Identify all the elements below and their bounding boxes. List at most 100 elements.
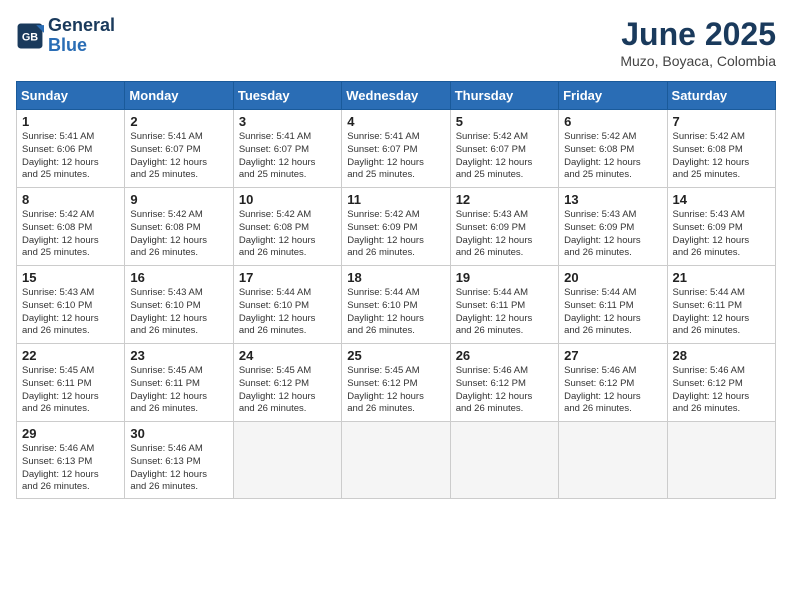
day-info: Sunrise: 5:44 AM Sunset: 6:11 PM Dayligh… xyxy=(564,287,661,338)
calendar-week-row: 22Sunrise: 5:45 AM Sunset: 6:11 PM Dayli… xyxy=(17,344,776,422)
day-number: 5 xyxy=(456,114,553,129)
calendar-cell: 19 Sunrise: 5:44 AM Sunset: 6:11 PM Dayli… xyxy=(450,266,558,344)
svg-text:GB: GB xyxy=(22,31,38,43)
day-number: 27 xyxy=(564,348,661,363)
day-number: 1 xyxy=(22,114,119,129)
calendar-cell: 23 Sunrise: 5:45 AM Sunset: 6:11 PM Dayli… xyxy=(125,344,233,422)
day-info: Sunrise: 5:46 AM Sunset: 6:12 PM Dayligh… xyxy=(456,365,553,416)
day-number: 20 xyxy=(564,270,661,285)
weekday-header-wednesday: Wednesday xyxy=(342,82,450,110)
day-info: Sunrise: 5:46 AM Sunset: 6:13 PM Dayligh… xyxy=(22,443,119,494)
day-number: 7 xyxy=(673,114,770,129)
weekday-header-tuesday: Tuesday xyxy=(233,82,341,110)
day-info: Sunrise: 5:41 AM Sunset: 6:06 PM Dayligh… xyxy=(22,131,119,182)
weekday-header-friday: Friday xyxy=(559,82,667,110)
day-number: 17 xyxy=(239,270,336,285)
calendar-week-row: 15 Sunrise: 5:43 AM Sunset: 6:10 PM Dayli… xyxy=(17,266,776,344)
calendar-cell: 20 Sunrise: 5:44 AM Sunset: 6:11 PM Dayli… xyxy=(559,266,667,344)
day-info: Sunrise: 5:44 AM Sunset: 6:10 PM Dayligh… xyxy=(347,287,444,338)
day-info: Sunrise: 5:46 AM Sunset: 6:12 PM Dayligh… xyxy=(564,365,661,416)
day-number: 6 xyxy=(564,114,661,129)
day-number: 28 xyxy=(673,348,770,363)
day-info: Sunrise: 5:45 AM Sunset: 6:11 PM Dayligh… xyxy=(22,365,119,416)
day-number: 29 xyxy=(22,426,119,441)
calendar-header-row: SundayMondayTuesdayWednesdayThursdayFrid… xyxy=(17,82,776,110)
calendar-cell: 24 Sunrise: 5:45 AM Sunset: 6:12 PM Dayli… xyxy=(233,344,341,422)
day-info: Sunrise: 5:41 AM Sunset: 6:07 PM Dayligh… xyxy=(239,131,336,182)
calendar-cell: 6Sunrise: 5:42 AM Sunset: 6:08 PM Daylig… xyxy=(559,110,667,188)
calendar-week-row: 1 Sunrise: 5:41 AM Sunset: 6:06 PM Daylig… xyxy=(17,110,776,188)
calendar-cell xyxy=(342,422,450,499)
day-number: 26 xyxy=(456,348,553,363)
calendar-cell: 16Sunrise: 5:43 AM Sunset: 6:10 PM Dayli… xyxy=(125,266,233,344)
day-info: Sunrise: 5:43 AM Sunset: 6:09 PM Dayligh… xyxy=(456,209,553,260)
day-number: 4 xyxy=(347,114,444,129)
day-info: Sunrise: 5:42 AM Sunset: 6:08 PM Dayligh… xyxy=(130,209,227,260)
calendar-cell: 10Sunrise: 5:42 AM Sunset: 6:08 PM Dayli… xyxy=(233,188,341,266)
day-number: 19 xyxy=(456,270,553,285)
day-number: 21 xyxy=(673,270,770,285)
weekday-header-saturday: Saturday xyxy=(667,82,775,110)
calendar-cell: 11Sunrise: 5:42 AM Sunset: 6:09 PM Dayli… xyxy=(342,188,450,266)
logo-text: General Blue xyxy=(48,16,115,56)
day-info: Sunrise: 5:42 AM Sunset: 6:08 PM Dayligh… xyxy=(22,209,119,260)
calendar-cell xyxy=(233,422,341,499)
page-header: GB General Blue June 2025 Muzo, Boyaca, … xyxy=(16,16,776,69)
calendar-cell: 17 Sunrise: 5:44 AM Sunset: 6:10 PM Dayli… xyxy=(233,266,341,344)
calendar-cell: 25Sunrise: 5:45 AM Sunset: 6:12 PM Dayli… xyxy=(342,344,450,422)
calendar-cell: 14 Sunrise: 5:43 AM Sunset: 6:09 PM Dayli… xyxy=(667,188,775,266)
calendar-cell: 27 Sunrise: 5:46 AM Sunset: 6:12 PM Dayli… xyxy=(559,344,667,422)
logo: GB General Blue xyxy=(16,16,115,56)
calendar-cell xyxy=(667,422,775,499)
day-info: Sunrise: 5:42 AM Sunset: 6:07 PM Dayligh… xyxy=(456,131,553,182)
calendar-cell: 22Sunrise: 5:45 AM Sunset: 6:11 PM Dayli… xyxy=(17,344,125,422)
day-number: 15 xyxy=(22,270,119,285)
calendar-cell: 4 Sunrise: 5:41 AM Sunset: 6:07 PM Daylig… xyxy=(342,110,450,188)
day-info: Sunrise: 5:43 AM Sunset: 6:09 PM Dayligh… xyxy=(673,209,770,260)
day-info: Sunrise: 5:45 AM Sunset: 6:12 PM Dayligh… xyxy=(239,365,336,416)
calendar-cell: 12 Sunrise: 5:43 AM Sunset: 6:09 PM Dayli… xyxy=(450,188,558,266)
day-number: 23 xyxy=(130,348,227,363)
calendar-week-row: 29 Sunrise: 5:46 AM Sunset: 6:13 PM Dayli… xyxy=(17,422,776,499)
calendar-cell xyxy=(559,422,667,499)
logo-line2: Blue xyxy=(48,35,87,55)
calendar-cell: 28 Sunrise: 5:46 AM Sunset: 6:12 PM Dayli… xyxy=(667,344,775,422)
day-info: Sunrise: 5:42 AM Sunset: 6:08 PM Dayligh… xyxy=(673,131,770,182)
day-info: Sunrise: 5:45 AM Sunset: 6:11 PM Dayligh… xyxy=(130,365,227,416)
calendar: SundayMondayTuesdayWednesdayThursdayFrid… xyxy=(16,81,776,499)
calendar-cell: 9 Sunrise: 5:42 AM Sunset: 6:08 PM Daylig… xyxy=(125,188,233,266)
calendar-cell: 2Sunrise: 5:41 AM Sunset: 6:07 PM Daylig… xyxy=(125,110,233,188)
day-info: Sunrise: 5:43 AM Sunset: 6:10 PM Dayligh… xyxy=(22,287,119,338)
day-info: Sunrise: 5:42 AM Sunset: 6:09 PM Dayligh… xyxy=(347,209,444,260)
calendar-cell: 26 Sunrise: 5:46 AM Sunset: 6:12 PM Dayli… xyxy=(450,344,558,422)
day-info: Sunrise: 5:41 AM Sunset: 6:07 PM Dayligh… xyxy=(347,131,444,182)
day-number: 14 xyxy=(673,192,770,207)
day-number: 3 xyxy=(239,114,336,129)
calendar-cell: 5 Sunrise: 5:42 AM Sunset: 6:07 PM Daylig… xyxy=(450,110,558,188)
day-number: 12 xyxy=(456,192,553,207)
calendar-cell: 3 Sunrise: 5:41 AM Sunset: 6:07 PM Daylig… xyxy=(233,110,341,188)
location: Muzo, Boyaca, Colombia xyxy=(620,53,776,69)
calendar-cell: 7 Sunrise: 5:42 AM Sunset: 6:08 PM Daylig… xyxy=(667,110,775,188)
calendar-week-row: 8 Sunrise: 5:42 AM Sunset: 6:08 PM Daylig… xyxy=(17,188,776,266)
title-block: June 2025 Muzo, Boyaca, Colombia xyxy=(620,16,776,69)
logo-icon: GB xyxy=(16,22,44,50)
day-info: Sunrise: 5:43 AM Sunset: 6:10 PM Dayligh… xyxy=(130,287,227,338)
day-info: Sunrise: 5:46 AM Sunset: 6:13 PM Dayligh… xyxy=(130,443,227,494)
day-info: Sunrise: 5:44 AM Sunset: 6:11 PM Dayligh… xyxy=(456,287,553,338)
calendar-cell: 21 Sunrise: 5:44 AM Sunset: 6:11 PM Dayli… xyxy=(667,266,775,344)
day-info: Sunrise: 5:44 AM Sunset: 6:11 PM Dayligh… xyxy=(673,287,770,338)
day-info: Sunrise: 5:42 AM Sunset: 6:08 PM Dayligh… xyxy=(239,209,336,260)
calendar-cell: 13Sunrise: 5:43 AM Sunset: 6:09 PM Dayli… xyxy=(559,188,667,266)
day-number: 2 xyxy=(130,114,227,129)
calendar-cell: 30Sunrise: 5:46 AM Sunset: 6:13 PM Dayli… xyxy=(125,422,233,499)
calendar-cell: 8 Sunrise: 5:42 AM Sunset: 6:08 PM Daylig… xyxy=(17,188,125,266)
day-info: Sunrise: 5:44 AM Sunset: 6:10 PM Dayligh… xyxy=(239,287,336,338)
weekday-header-monday: Monday xyxy=(125,82,233,110)
day-info: Sunrise: 5:46 AM Sunset: 6:12 PM Dayligh… xyxy=(673,365,770,416)
day-info: Sunrise: 5:43 AM Sunset: 6:09 PM Dayligh… xyxy=(564,209,661,260)
day-number: 24 xyxy=(239,348,336,363)
day-info: Sunrise: 5:45 AM Sunset: 6:12 PM Dayligh… xyxy=(347,365,444,416)
day-number: 8 xyxy=(22,192,119,207)
day-number: 9 xyxy=(130,192,227,207)
